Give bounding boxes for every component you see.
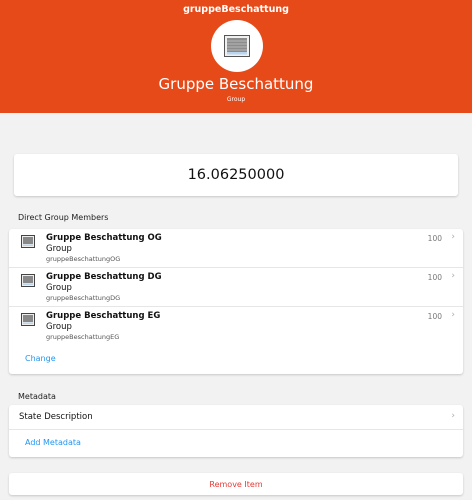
member-state: 100 <box>427 234 442 243</box>
state-card: 16.06250000 <box>14 154 458 196</box>
state-value: 16.06250000 <box>187 167 285 183</box>
member-state: 100 <box>427 312 442 321</box>
member-type: Group <box>46 244 72 254</box>
item-header: gruppeBeschattung Gruppe Beschattung Gro… <box>0 0 472 113</box>
members-card: Gruppe Beschattung OG Group gruppeBescha… <box>9 229 463 374</box>
member-row[interactable]: Gruppe Beschattung EG Group gruppeBescha… <box>9 306 463 345</box>
member-label: Gruppe Beschattung DG <box>46 272 162 282</box>
rollershutter-icon <box>21 313 35 326</box>
member-item-name: gruppeBeschattungOG <box>46 255 121 263</box>
chevron-right-icon: › <box>451 411 455 421</box>
chevron-right-icon: › <box>451 271 455 281</box>
item-avatar <box>211 20 263 72</box>
member-row[interactable]: Gruppe Beschattung OG Group gruppeBescha… <box>9 229 463 267</box>
remove-item-button[interactable]: Remove Item <box>9 473 463 495</box>
chevron-right-icon: › <box>451 232 455 242</box>
rollershutter-icon <box>21 274 35 287</box>
member-row[interactable]: Gruppe Beschattung DG Group gruppeBescha… <box>9 267 463 306</box>
member-label: Gruppe Beschattung OG <box>46 233 162 243</box>
member-type: Group <box>46 322 72 332</box>
member-type: Group <box>46 283 72 293</box>
remove-item-label: Remove Item <box>209 479 263 489</box>
navbar-title: gruppeBeschattung <box>183 4 289 15</box>
add-metadata-link[interactable]: Add Metadata <box>25 438 81 447</box>
member-state: 100 <box>427 273 442 282</box>
change-members-link[interactable]: Change <box>25 354 56 363</box>
member-item-name: gruppeBeschattungEG <box>46 333 120 341</box>
rollershutter-icon <box>21 235 35 248</box>
metadata-heading: Metadata <box>18 392 56 401</box>
state-description-label: State Description <box>19 412 93 422</box>
member-label: Gruppe Beschattung EG <box>46 311 161 321</box>
member-item-name: gruppeBeschattungDG <box>46 294 121 302</box>
item-label: Gruppe Beschattung <box>158 75 314 93</box>
rollershutter-icon <box>224 35 250 57</box>
item-type: Group <box>226 96 246 103</box>
members-heading: Direct Group Members <box>18 213 109 222</box>
metadata-card: State Description › Add Metadata <box>9 405 463 457</box>
state-description-row[interactable]: State Description › <box>9 405 463 430</box>
chevron-right-icon: › <box>451 310 455 320</box>
